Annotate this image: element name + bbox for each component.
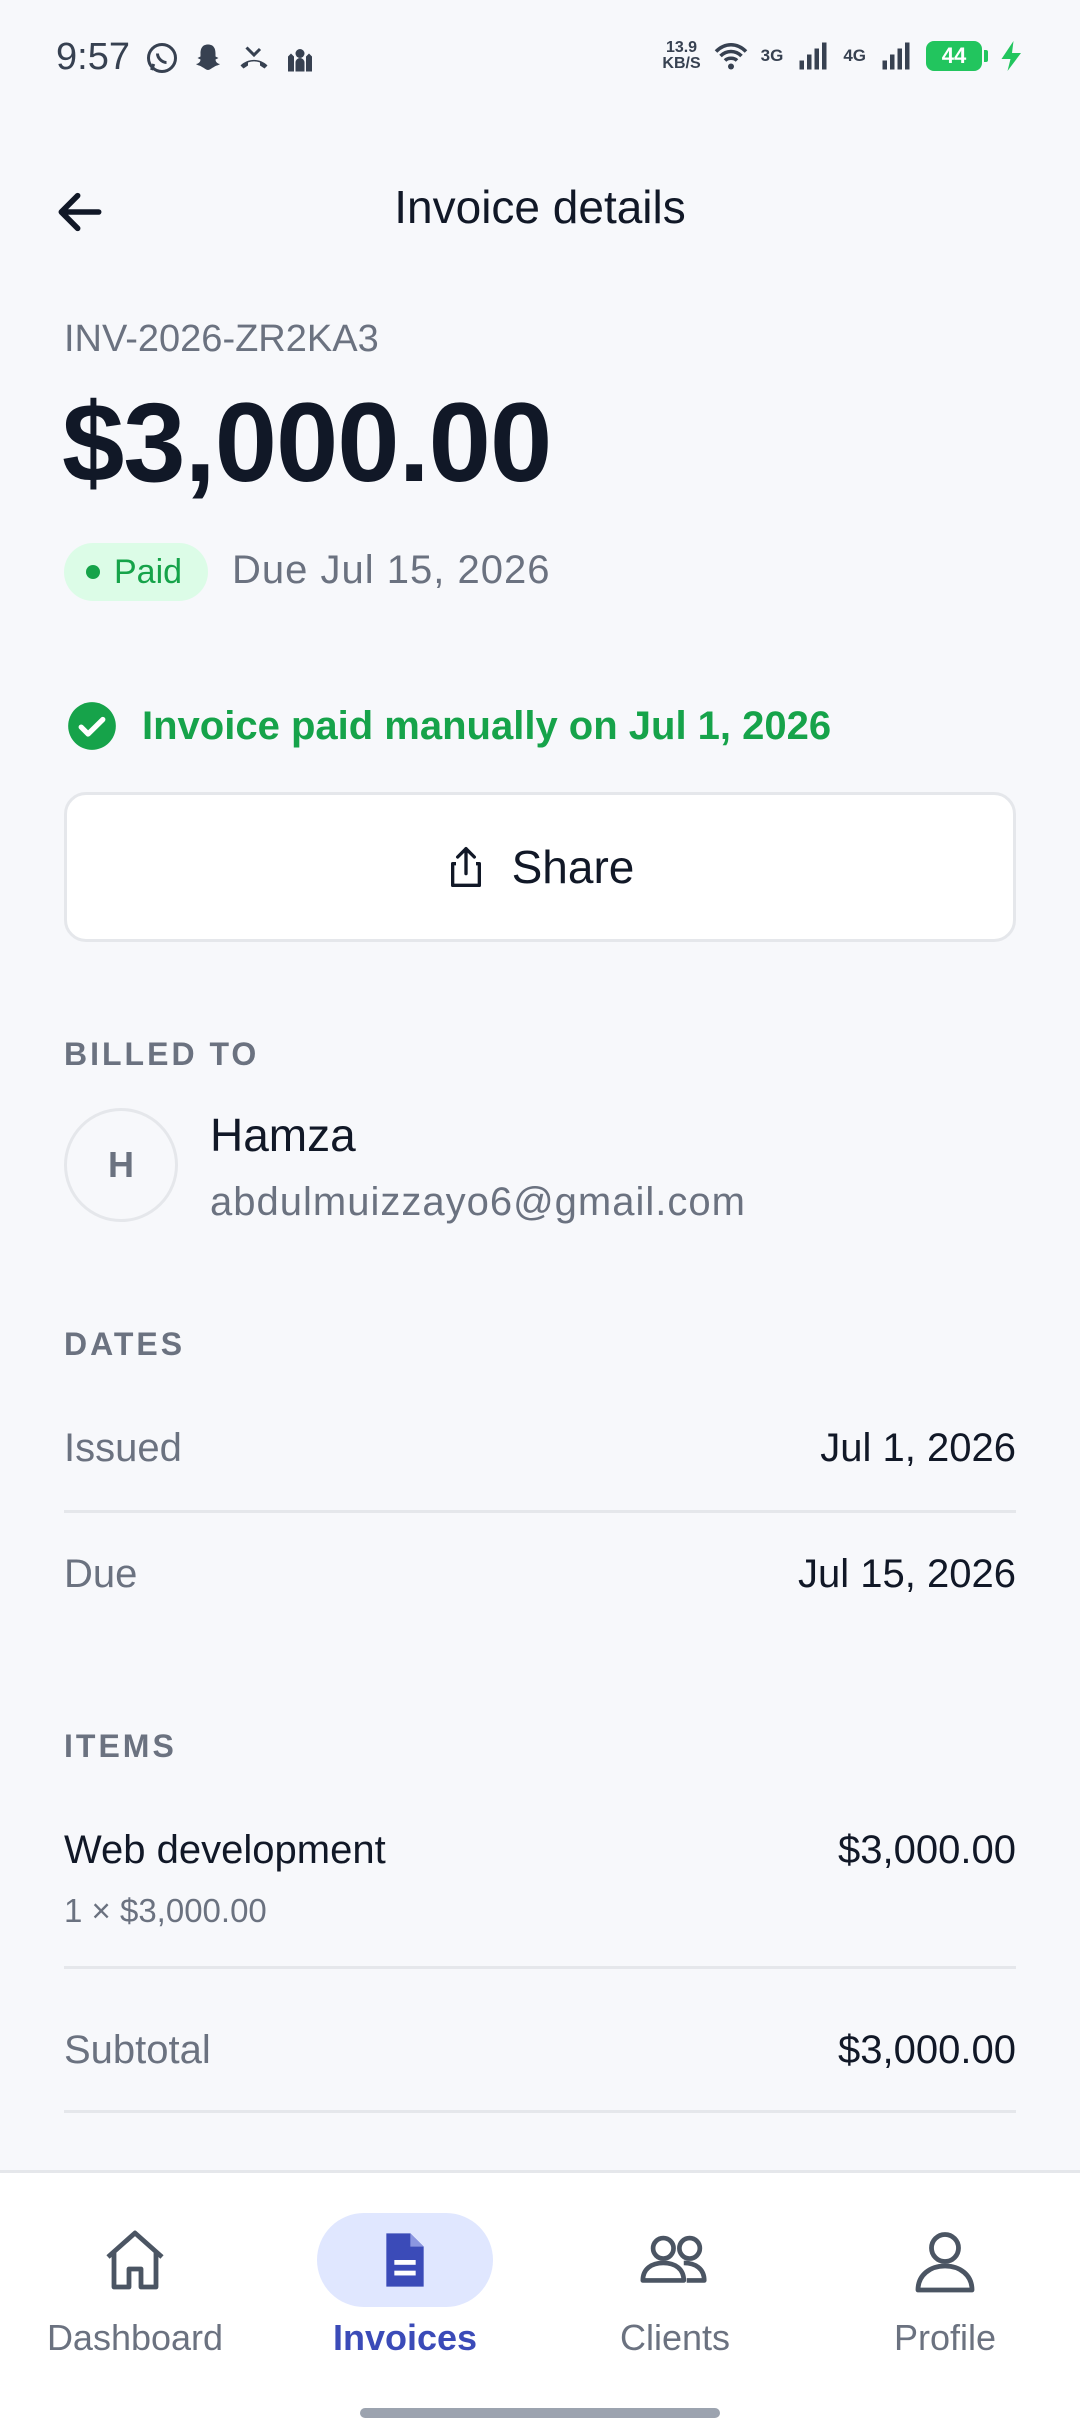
item-total: $3,000.00 xyxy=(838,1828,1016,1872)
share-button-label: Share xyxy=(511,841,635,893)
wifi-icon xyxy=(714,42,747,70)
nav-invoices[interactable]: Invoices xyxy=(270,2213,540,2393)
divider xyxy=(64,1966,1016,1969)
signal-icon xyxy=(882,42,910,70)
home-icon xyxy=(106,2230,164,2290)
mosque-icon xyxy=(288,49,312,72)
net-speed: 13.9 KB/S xyxy=(662,39,701,72)
status-dot xyxy=(86,565,100,579)
due-date-text: Due Jul 15, 2026 xyxy=(232,548,551,592)
divider xyxy=(64,2110,1016,2113)
item-name: Web development xyxy=(64,1828,386,1872)
invoice-number: INV-2026-ZR2KA3 xyxy=(64,318,379,360)
bottom-nav: Dashboard Invoices Clients Profile xyxy=(0,2170,1080,2436)
users-icon xyxy=(640,2235,707,2283)
nav-label: Clients xyxy=(619,2317,731,2358)
subtotal-value: $3,000.00 xyxy=(838,2028,1016,2072)
item-detail: 1 × $3,000.00 xyxy=(64,1892,267,1929)
invoice-amount: $3,000.00 xyxy=(62,380,552,505)
nav-dashboard[interactable]: Dashboard xyxy=(0,2213,270,2393)
signal-icon xyxy=(799,42,827,70)
due-label: Due xyxy=(64,1552,138,1596)
check-circle-icon xyxy=(68,702,116,750)
charging-bolt-icon xyxy=(1001,41,1021,71)
nav-clients[interactable]: Clients xyxy=(540,2213,810,2393)
sim2-network: 4G xyxy=(843,46,866,65)
invoice-details-screen: 9:57 13.9 KB/S 3G 4G 44 Invoice details … xyxy=(0,0,1080,2436)
missed-call-icon xyxy=(240,46,268,69)
avatar: H xyxy=(64,1108,178,1222)
paid-note: Invoice paid manually on Jul 1, 2026 xyxy=(66,700,831,752)
nav-profile[interactable]: Profile xyxy=(810,2213,1080,2393)
share-icon xyxy=(450,847,481,887)
nav-label: Profile xyxy=(893,2317,997,2358)
nav-label: Dashboard xyxy=(46,2317,224,2358)
dates-label: DATES xyxy=(64,1326,186,1362)
nav-label: Invoices xyxy=(332,2317,478,2358)
client-email: abdulmuizzayo6@gmail.com xyxy=(210,1180,746,1224)
paid-note-text: Invoice paid manually on Jul 1, 2026 xyxy=(142,703,832,748)
status-badge: Paid xyxy=(64,543,209,601)
battery-indicator: 44 xyxy=(926,41,988,71)
subtotal-label: Subtotal xyxy=(64,2028,211,2072)
issued-value: Jul 1, 2026 xyxy=(820,1426,1016,1470)
status-time: 9:57 xyxy=(56,36,130,78)
share-button[interactable]: Share xyxy=(64,792,1016,942)
items-label: ITEMS xyxy=(64,1728,177,1764)
status-badge-label: Paid xyxy=(114,552,183,591)
home-indicator[interactable] xyxy=(360,2408,720,2418)
document-icon xyxy=(386,2233,424,2287)
divider xyxy=(64,1510,1016,1513)
user-icon xyxy=(915,2232,975,2293)
status-bar: 9:57 13.9 KB/S 3G 4G 44 xyxy=(0,0,1080,110)
snapchat-icon xyxy=(196,44,220,70)
system-icons: 13.9 KB/S 3G 4G 44 xyxy=(662,38,1030,74)
client-name: Hamza xyxy=(210,1109,356,1161)
billed-to-label: BILLED TO xyxy=(64,1036,260,1072)
notification-icons xyxy=(144,40,318,76)
issued-label: Issued xyxy=(64,1426,182,1470)
page-title: Invoice details xyxy=(394,181,686,233)
due-value: Jul 15, 2026 xyxy=(798,1552,1016,1596)
sim1-network: 3G xyxy=(760,46,784,65)
whatsapp-icon xyxy=(147,43,177,73)
